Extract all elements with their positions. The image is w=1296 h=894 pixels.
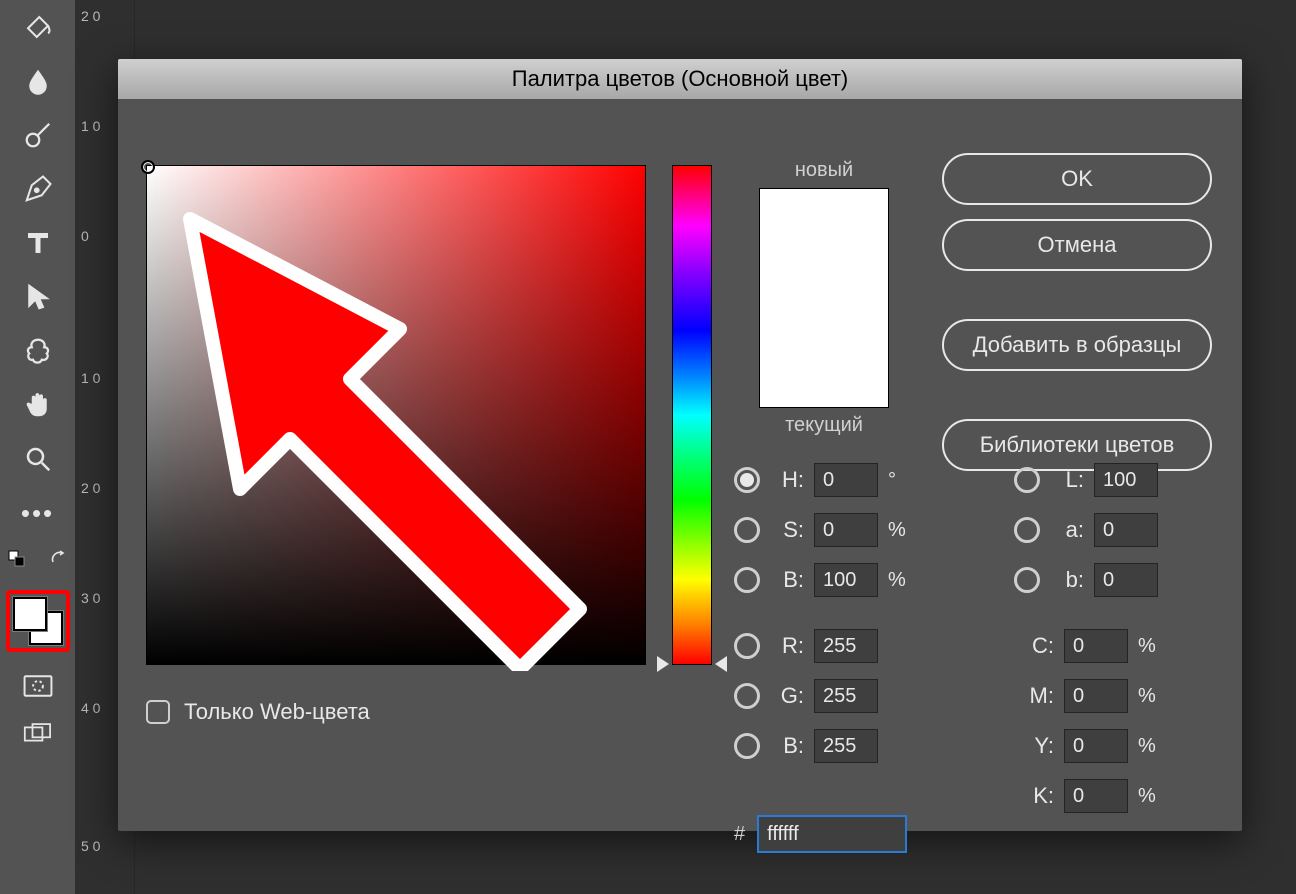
green-input[interactable] xyxy=(814,679,878,713)
green-radio[interactable] xyxy=(734,683,760,709)
b-label: b: xyxy=(1050,567,1084,593)
quick-mask-icon[interactable] xyxy=(21,672,55,700)
lightness-label: L: xyxy=(1050,467,1084,493)
dialog-title: Палитра цветов (Основной цвет) xyxy=(118,59,1242,99)
shape-tool-icon[interactable] xyxy=(16,334,60,368)
hand-tool-icon[interactable] xyxy=(16,388,60,422)
ok-button[interactable]: OK xyxy=(942,153,1212,205)
color-preview: новый текущий xyxy=(734,159,914,443)
lightness-input[interactable] xyxy=(1094,463,1158,497)
ruler-tick: 0 xyxy=(81,228,89,244)
red-label: R: xyxy=(770,633,804,659)
magenta-label: M: xyxy=(1014,683,1054,709)
saturation-label: S: xyxy=(770,517,804,543)
color-field[interactable] xyxy=(146,165,646,665)
blue-radio[interactable] xyxy=(734,733,760,759)
color-field-cursor[interactable] xyxy=(141,160,155,174)
swap-default-colors-row xyxy=(8,550,68,570)
web-colors-only-label: Только Web-цвета xyxy=(184,699,370,725)
ruler-tick: 1 0 xyxy=(81,118,100,134)
cyan-label: C: xyxy=(1014,633,1054,659)
magenta-input[interactable] xyxy=(1064,679,1128,713)
red-input[interactable] xyxy=(814,629,878,663)
hue-radio[interactable] xyxy=(734,467,760,493)
ruler-tick: 4 0 xyxy=(81,700,100,716)
saturation-input[interactable] xyxy=(814,513,878,547)
web-colors-only-checkbox[interactable] xyxy=(146,700,170,724)
black-label: K: xyxy=(1014,783,1054,809)
cyan-unit: % xyxy=(1138,635,1164,658)
new-color-label: новый xyxy=(734,159,914,182)
ruler-tick: 2 0 xyxy=(81,480,100,496)
ruler-tick: 1 0 xyxy=(81,370,100,386)
hue-slider-handle-right[interactable] xyxy=(715,656,727,672)
yellow-input[interactable] xyxy=(1064,729,1128,763)
cancel-button[interactable]: Отмена xyxy=(942,219,1212,271)
ruler-tick: 5 0 xyxy=(81,838,100,854)
a-label: a: xyxy=(1050,517,1084,543)
new-color-swatch xyxy=(759,188,889,298)
green-label: G: xyxy=(770,683,804,709)
blue-label: B: xyxy=(770,733,804,759)
ruler-tick: 2 0 xyxy=(81,8,100,24)
add-to-swatches-button[interactable]: Добавить в образцы xyxy=(942,319,1212,371)
brightness-label: B: xyxy=(770,567,804,593)
hex-row: # xyxy=(734,815,907,853)
cyan-input[interactable] xyxy=(1064,629,1128,663)
hue-slider-handle-left[interactable] xyxy=(657,656,669,672)
b-radio[interactable] xyxy=(1014,567,1040,593)
hex-label: # xyxy=(734,823,745,846)
blue-input[interactable] xyxy=(814,729,878,763)
black-input[interactable] xyxy=(1064,779,1128,813)
yellow-unit: % xyxy=(1138,735,1164,758)
brightness-input[interactable] xyxy=(814,563,878,597)
current-color-label: текущий xyxy=(734,414,914,437)
color-picker-dialog: Палитра цветов (Основной цвет) новый тек… xyxy=(118,59,1242,831)
web-colors-only-row: Только Web-цвета xyxy=(146,699,370,725)
path-selection-tool-icon[interactable] xyxy=(16,280,60,314)
swap-colors-icon[interactable] xyxy=(50,550,68,570)
current-color-swatch[interactable] xyxy=(759,298,889,408)
b-input[interactable] xyxy=(1094,563,1158,597)
saturation-radio[interactable] xyxy=(734,517,760,543)
screen-mode-icon[interactable] xyxy=(21,720,55,748)
hue-slider[interactable] xyxy=(672,165,712,665)
a-radio[interactable] xyxy=(1014,517,1040,543)
ruler-tick: 3 0 xyxy=(81,590,100,606)
magenta-unit: % xyxy=(1138,685,1164,708)
type-tool-icon[interactable] xyxy=(16,226,60,260)
brightness-radio[interactable] xyxy=(734,567,760,593)
foreground-background-colors[interactable] xyxy=(6,590,70,652)
foreground-color-swatch[interactable] xyxy=(13,597,47,631)
paint-bucket-tool-icon[interactable] xyxy=(16,10,60,44)
blur-tool-icon[interactable] xyxy=(16,64,60,98)
dialog-buttons: OK Отмена Добавить в образцы Библиотеки … xyxy=(942,153,1212,471)
black-unit: % xyxy=(1138,785,1164,808)
lightness-radio[interactable] xyxy=(1014,467,1040,493)
hue-label: H: xyxy=(770,467,804,493)
pen-tool-icon[interactable] xyxy=(16,172,60,206)
yellow-label: Y: xyxy=(1014,733,1054,759)
red-radio[interactable] xyxy=(734,633,760,659)
color-values: H: ° L: S: % a: xyxy=(734,455,1294,821)
edit-toolbar-icon[interactable]: ••• xyxy=(16,496,60,530)
hex-input[interactable] xyxy=(757,815,907,853)
a-input[interactable] xyxy=(1094,513,1158,547)
zoom-tool-icon[interactable] xyxy=(16,442,60,476)
default-colors-icon[interactable] xyxy=(8,550,26,570)
brightness-unit: % xyxy=(888,569,914,592)
hue-unit: ° xyxy=(888,469,914,492)
toolbox: ••• xyxy=(0,0,75,894)
dodge-tool-icon[interactable] xyxy=(16,118,60,152)
saturation-unit: % xyxy=(888,519,914,542)
hue-input[interactable] xyxy=(814,463,878,497)
